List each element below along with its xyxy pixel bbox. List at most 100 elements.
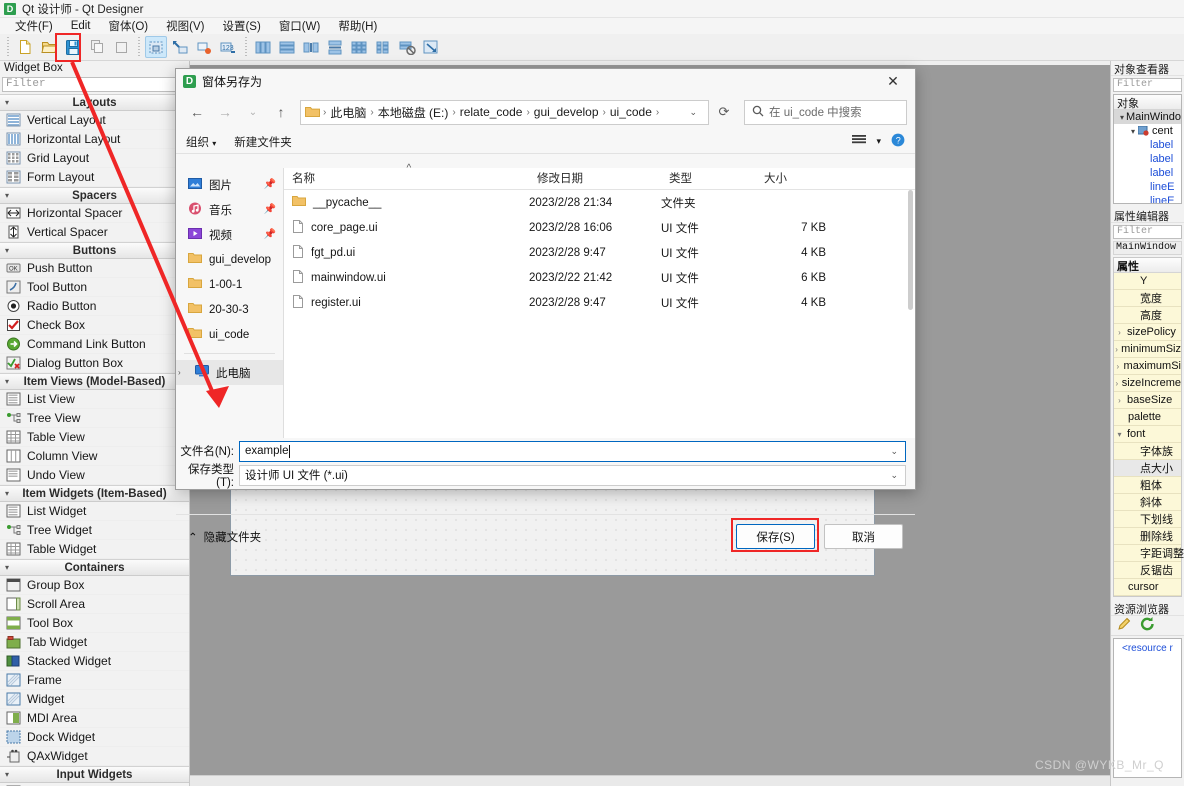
- property-row-strikeout[interactable]: 删除线: [1114, 528, 1181, 545]
- property-row-sizeincrement[interactable]: ›sizeIncreme: [1114, 375, 1181, 392]
- widget-item-undo-view[interactable]: Undo View: [0, 466, 189, 485]
- property-row-sizepolicy[interactable]: ›sizePolicy: [1114, 324, 1181, 341]
- widget-item-dock-widget[interactable]: Dock Widget: [0, 728, 189, 747]
- list-view-icon[interactable]: [852, 134, 866, 149]
- hide-folders-toggle[interactable]: ⌃ 隐藏文件夹: [188, 529, 261, 545]
- widget-item-list-widget[interactable]: List Widget: [0, 502, 189, 521]
- organize-button[interactable]: 组织 ▾: [186, 134, 234, 150]
- column-header-name[interactable]: 名称: [284, 170, 529, 189]
- places-item-pictures[interactable]: 图片 📌: [176, 172, 283, 197]
- widget-box-filter-input[interactable]: Filter: [2, 77, 187, 92]
- property-editor-table[interactable]: 属性 Y 宽度 高度 ›sizePolicy ›minimumSiz ›maxi…: [1113, 257, 1182, 597]
- cancel-button[interactable]: 取消: [824, 524, 903, 549]
- widget-item-dialog-button-box[interactable]: Dialog Button Box: [0, 354, 189, 373]
- widget-item-horizontal-spacer[interactable]: Horizontal Spacer: [0, 204, 189, 223]
- places-item-videos[interactable]: 视频 📌: [176, 222, 283, 247]
- edit-signals-slots-icon[interactable]: [169, 36, 191, 58]
- property-row-basesize[interactable]: ›baseSize: [1114, 392, 1181, 409]
- widget-item-tree-view[interactable]: Tree View: [0, 409, 189, 428]
- breadcrumb-item-4[interactable]: ui_code: [607, 105, 655, 119]
- pin-icon[interactable]: 📌: [264, 204, 276, 215]
- widget-item-qaxwidget[interactable]: QAxWidget: [0, 747, 189, 766]
- widget-item-frame[interactable]: Frame: [0, 671, 189, 690]
- toolbar-grip-2[interactable]: [135, 37, 142, 57]
- widget-item-tab-widget[interactable]: Tab Widget: [0, 633, 189, 652]
- property-row-point-size[interactable]: 点大小: [1114, 460, 1181, 477]
- dialog-places-sidebar[interactable]: 图片 📌 音乐 📌 视频 📌: [176, 168, 284, 438]
- chevron-down-icon[interactable]: ▾: [1118, 113, 1126, 122]
- property-row-bold[interactable]: 粗体: [1114, 477, 1181, 494]
- file-list-scrollbar[interactable]: [906, 190, 915, 438]
- widget-item-tool-button[interactable]: Tool Button: [0, 278, 189, 297]
- places-item-music[interactable]: 音乐 📌: [176, 197, 283, 222]
- search-box[interactable]: 在 ui_code 中搜索: [744, 100, 907, 125]
- chevron-right-icon[interactable]: ›: [1114, 362, 1122, 371]
- places-item-20-30-3[interactable]: 20-30-3: [176, 297, 283, 322]
- new-form-icon[interactable]: [14, 36, 36, 58]
- object-row-label-1[interactable]: label: [1114, 138, 1181, 152]
- object-row-lineedit-2[interactable]: lineE: [1114, 194, 1181, 204]
- property-row-minimumsize[interactable]: ›minimumSiz: [1114, 341, 1181, 358]
- widget-item-group-box[interactable]: Group Box: [0, 576, 189, 595]
- places-item-ui-code[interactable]: ui_code: [176, 322, 283, 347]
- arrow-up-icon[interactable]: ↑: [268, 99, 294, 125]
- layout-form-icon[interactable]: [372, 36, 394, 58]
- property-row-font-family[interactable]: 字体族: [1114, 443, 1181, 460]
- column-header-type[interactable]: 类型: [661, 170, 756, 189]
- widget-item-table-view[interactable]: Table View: [0, 428, 189, 447]
- layout-splitter-v-icon[interactable]: [324, 36, 346, 58]
- menu-help[interactable]: 帮助(H): [329, 18, 386, 34]
- widget-group-input-widgets[interactable]: ▾ Input Widgets: [0, 766, 189, 783]
- toolbar-grip-3[interactable]: [242, 37, 249, 57]
- help-icon[interactable]: ?: [891, 133, 905, 150]
- object-row-mainwindow[interactable]: ▾ MainWindo: [1114, 110, 1181, 124]
- widget-group-item-views[interactable]: ▾ Item Views (Model-Based): [0, 373, 189, 390]
- search-input[interactable]: 在 ui_code 中搜索: [769, 104, 862, 120]
- property-row-italic[interactable]: 斜体: [1114, 494, 1181, 511]
- menu-view[interactable]: 视图(V): [157, 18, 213, 34]
- chevron-right-icon[interactable]: ›: [1114, 396, 1125, 405]
- refresh-icon[interactable]: ⟳: [711, 99, 737, 125]
- property-row-width[interactable]: 宽度: [1114, 290, 1181, 307]
- property-row-kerning[interactable]: 字距调整: [1114, 545, 1181, 562]
- column-header-size[interactable]: 大小: [756, 170, 826, 189]
- chevron-down-icon[interactable]: ⌄: [890, 446, 905, 457]
- widget-item-form-layout[interactable]: Form Layout: [0, 168, 189, 187]
- widget-item-command-link-button[interactable]: Command Link Button: [0, 335, 189, 354]
- widget-item-stacked-widget[interactable]: Stacked Widget: [0, 652, 189, 671]
- column-header-date[interactable]: 修改日期: [529, 170, 661, 189]
- layout-horizontally-icon[interactable]: [252, 36, 274, 58]
- widget-item-list-view[interactable]: List View: [0, 390, 189, 409]
- scrollbar-thumb[interactable]: [908, 190, 913, 310]
- object-row-label-3[interactable]: label: [1114, 166, 1181, 180]
- break-layout-icon[interactable]: [396, 36, 418, 58]
- chevron-down-icon[interactable]: ▾: [1128, 127, 1138, 136]
- save-button[interactable]: 保存(S): [736, 524, 815, 549]
- edit-widgets-icon[interactable]: [145, 36, 167, 58]
- breadcrumb-bar[interactable]: › 此电脑 › 本地磁盘 (E:) › relate_code › gui_de…: [300, 100, 709, 125]
- places-item-1-00-1[interactable]: 1-00-1: [176, 272, 283, 297]
- save-as-dialog[interactable]: D 窗体另存为 ✕ ← → ⌄ ↑ › 此电脑 › 本地磁盘 (E:) › re…: [175, 68, 916, 490]
- pencil-icon[interactable]: [1116, 616, 1133, 635]
- widget-group-item-widgets[interactable]: ▾ Item Widgets (Item-Based): [0, 485, 189, 502]
- pin-icon[interactable]: 📌: [264, 179, 276, 190]
- widget-group-layouts[interactable]: ▾ Layouts: [0, 94, 189, 111]
- table-row[interactable]: register.ui 2023/2/28 9:47 UI 文件 4 KB: [284, 290, 915, 315]
- save-form-icon[interactable]: [62, 36, 84, 58]
- copy-icon[interactable]: [86, 36, 108, 58]
- arrow-left-icon[interactable]: ←: [184, 99, 210, 125]
- widget-item-tree-widget[interactable]: Tree Widget: [0, 521, 189, 540]
- object-row-label-2[interactable]: label: [1114, 152, 1181, 166]
- object-row-centralwidget[interactable]: ▾ cent: [1114, 124, 1181, 138]
- paste-icon[interactable]: [110, 36, 132, 58]
- object-inspector-filter-input[interactable]: Filter: [1113, 78, 1182, 92]
- places-item-gui-develop[interactable]: gui_develop: [176, 247, 283, 272]
- open-form-icon[interactable]: [38, 36, 60, 58]
- filename-input[interactable]: example ⌄: [239, 441, 906, 462]
- adjust-size-icon[interactable]: [420, 36, 442, 58]
- chevron-down-icon[interactable]: ⌄: [240, 99, 266, 125]
- menu-window[interactable]: 窗口(W): [270, 18, 330, 34]
- breadcrumb-item-3[interactable]: gui_develop: [531, 105, 602, 119]
- property-row-antialiasing[interactable]: 反锯齿: [1114, 562, 1181, 579]
- property-row-maximumsize[interactable]: ›maximumSi: [1114, 358, 1181, 375]
